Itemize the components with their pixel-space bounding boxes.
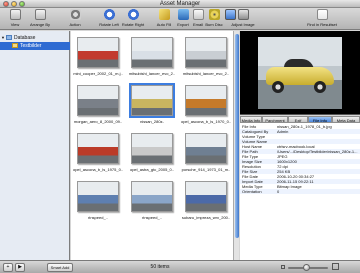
thumbnail-caption: nissan_280z- xyxy=(140,119,164,124)
thumbnail-image xyxy=(77,181,119,212)
thumbnail[interactable]: mini_cooper_2002_01_m.j.. xyxy=(71,33,125,78)
zoom-slider[interactable] xyxy=(288,264,328,271)
disc-icon xyxy=(208,9,220,20)
image-preview xyxy=(240,31,360,115)
info-key: Orientation xyxy=(242,189,262,194)
sidebar: ▼ Database Testbilder xyxy=(0,31,70,260)
tab-file-info[interactable]: File Info xyxy=(308,116,332,123)
sidebar-item-testbilder[interactable]: Testbilder xyxy=(0,42,70,50)
thumbnail-caption: mitsubishi_lancer_evo_2.. xyxy=(182,71,230,76)
thumbnail-image xyxy=(131,181,173,212)
adjust-image-button[interactable]: Adjust Image xyxy=(228,9,258,29)
thumbnail-image xyxy=(185,37,227,68)
info-value: 0 xyxy=(277,189,280,194)
action-button[interactable]: Action xyxy=(64,9,86,29)
thumbnail-image xyxy=(185,85,227,116)
scroll-thumb[interactable] xyxy=(235,34,239,238)
thumbnail-caption: morgan_aero_8_2000_09.. xyxy=(73,119,123,124)
export-icon xyxy=(177,9,189,20)
zoom-small-icon xyxy=(281,265,285,269)
sidebar-item-database[interactable]: ▼ Database xyxy=(0,34,70,42)
arrange-by-button[interactable]: Arrange By xyxy=(28,9,52,29)
tab-exif[interactable]: Exif xyxy=(288,116,308,123)
email-icon xyxy=(192,9,204,20)
thumbnail-image xyxy=(185,181,227,212)
thumbnail-caption: subaru_impreza_wrx_200.. xyxy=(181,215,231,220)
arrange-icon xyxy=(34,9,46,20)
zoom-large-icon xyxy=(332,263,339,270)
thumbnail-grid: mini_cooper_2002_01_m.j.. mitsubishi_lanc… xyxy=(71,31,233,260)
window-title: Asset Manager xyxy=(159,1,201,7)
smart-add-button[interactable]: Smart Add xyxy=(47,263,73,272)
rotate-left-button[interactable]: Rotate Left xyxy=(96,9,122,29)
zoom-slider-knob[interactable] xyxy=(302,264,310,271)
view-icon xyxy=(9,9,21,20)
thumbnail[interactable]: subaru_impreza_wrx_200.. xyxy=(179,177,233,222)
thumbnail-caption: mini_cooper_2002_01_m.j.. xyxy=(73,71,123,76)
info-tabs: Media Info Parchment Exif File Info Meta… xyxy=(240,116,360,123)
rotate-left-icon xyxy=(103,9,115,20)
thumbnail-image xyxy=(185,133,227,164)
thumbnail-image xyxy=(131,133,173,164)
database-icon xyxy=(6,35,12,41)
gear-icon xyxy=(69,9,81,20)
tab-meta-data[interactable]: Meta Data xyxy=(332,116,360,123)
grid-scrollbar[interactable] xyxy=(233,31,239,260)
thumbnail-caption: mitsubishi_lancer_evo_2.. xyxy=(128,71,176,76)
thumbnail[interactable]: opel_ascona_b_ls_1970_0.. xyxy=(179,81,233,126)
rotate-right-icon xyxy=(127,9,139,20)
folder-icon xyxy=(12,43,18,49)
rotate-right-button[interactable]: Rotate Right xyxy=(120,9,146,29)
thumbnail-image xyxy=(129,83,175,118)
thumbnail-caption: rinspeed_.. xyxy=(142,215,162,220)
view-button[interactable]: View xyxy=(4,9,26,29)
thumbnail[interactable]: morgan_aero_8_2000_09.. xyxy=(71,81,125,126)
tab-parchment[interactable]: Parchment xyxy=(262,116,288,123)
asset-manager-window: Asset Manager View Arrange By Action Rot… xyxy=(0,0,360,273)
thumbnail-image xyxy=(77,37,119,68)
find-in-resultset[interactable]: Find in Resultset xyxy=(290,9,354,29)
auto-fill-icon xyxy=(158,9,170,20)
thumbnail-caption: porsche_914_1973_01_m.. xyxy=(181,167,231,172)
preview-image xyxy=(258,37,342,109)
thumbnail-image xyxy=(131,37,173,68)
thumbnail-caption: opel_ascona_b_ls_1975_0.. xyxy=(72,167,124,172)
burn-disc-button[interactable]: Burn Disc xyxy=(204,9,224,29)
thumbnail-caption: rinspeed_.. xyxy=(88,215,108,220)
thumbnail[interactable]: opel_astra_gtc_2005_0.. xyxy=(125,129,179,174)
thumbnail[interactable]: porsche_914_1973_01_m.. xyxy=(179,129,233,174)
thumbnail-caption: opel_astra_gtc_2005_0.. xyxy=(129,167,175,172)
title-bar: Asset Manager xyxy=(0,0,360,8)
tab-media-info[interactable]: Media Info xyxy=(240,116,262,123)
thumbnail-image xyxy=(77,85,119,116)
add-button[interactable]: + xyxy=(3,263,13,272)
file-info-panel: File Info nissan_280z-1_1978_01_b.jpg Cata… xyxy=(240,123,360,260)
search-field[interactable] xyxy=(316,9,328,20)
thumbnail-caption: opel_ascona_b_ls_1970_0.. xyxy=(180,119,232,124)
play-button[interactable]: ▶ xyxy=(15,263,25,272)
info-row: Orientation 0 xyxy=(240,189,360,194)
thumbnail[interactable]: mitsubishi_lancer_evo_2.. xyxy=(125,33,179,78)
adjust-image-icon xyxy=(237,9,249,20)
thumbnail[interactable]: mitsubishi_lancer_evo_2.. xyxy=(179,33,233,78)
bottom-bar: + ▶ Smart Add 50 items xyxy=(0,260,360,273)
thumbnail[interactable]: opel_ascona_b_ls_1975_0.. xyxy=(71,129,125,174)
toolbar: View Arrange By Action Rotate Left Rotat… xyxy=(0,8,360,30)
thumbnail[interactable]: rinspeed_.. xyxy=(125,177,179,222)
thumbnail-image xyxy=(77,133,119,164)
auto-fill-button[interactable]: Auto Fill xyxy=(154,9,174,29)
thumbnail[interactable]: nissan_280z- xyxy=(125,81,179,126)
item-count: 50 items xyxy=(150,264,170,270)
thumbnail[interactable]: rinspeed_.. xyxy=(71,177,125,222)
